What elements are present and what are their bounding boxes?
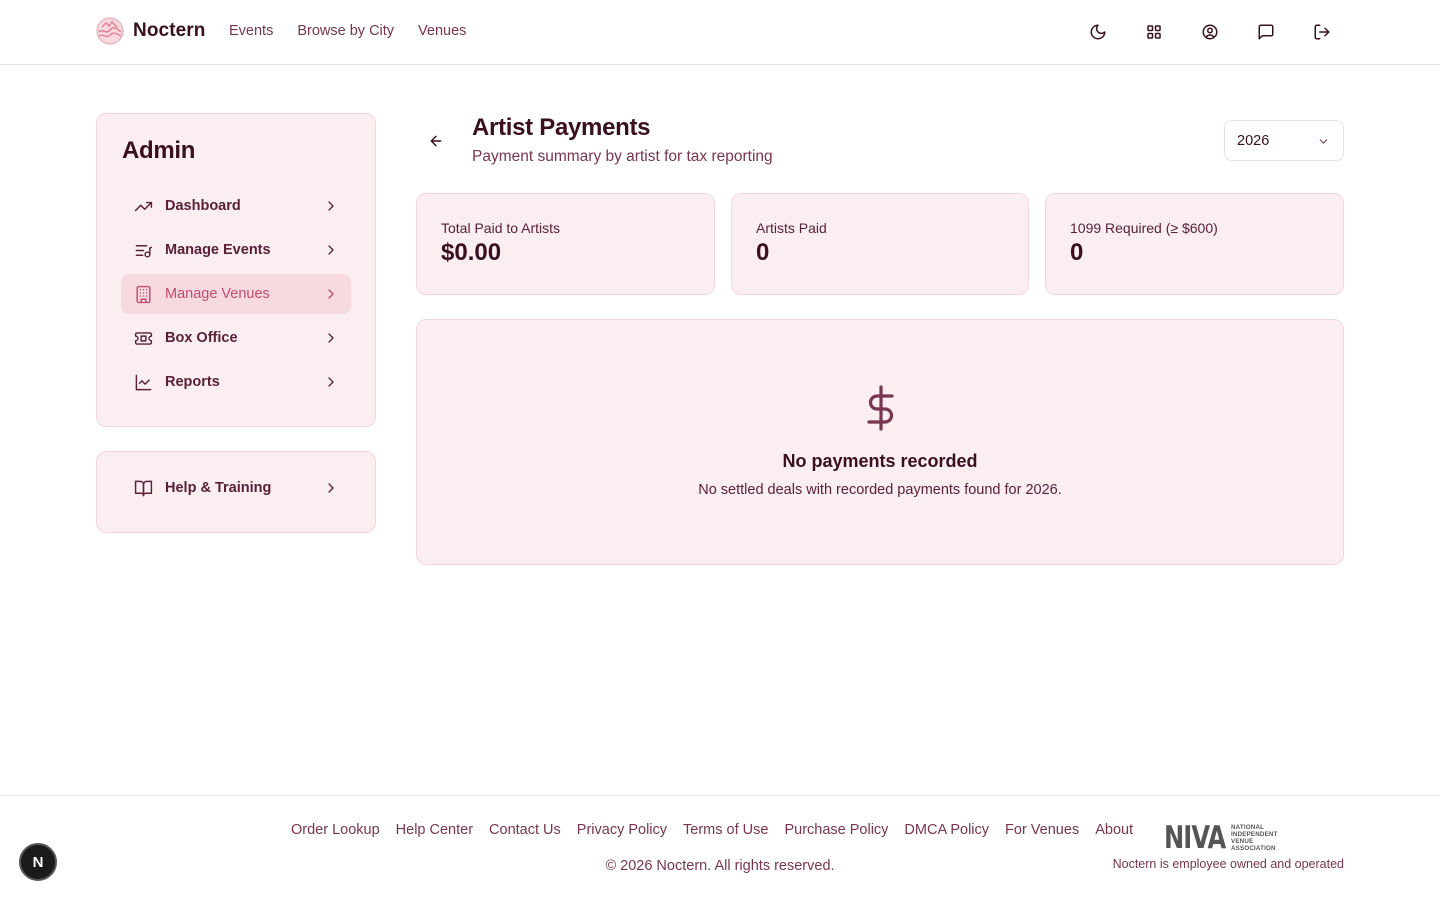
sidebar-item-dashboard[interactable]: Dashboard	[121, 186, 351, 226]
empty-state-message: No settled deals with recorded payments …	[698, 482, 1062, 498]
nav-venues[interactable]: Venues	[418, 23, 466, 39]
nav-browse-by-city[interactable]: Browse by City	[297, 23, 394, 39]
sidebar-menu: Dashboard Manage Events Manage Venues Bo…	[121, 186, 351, 406]
back-button[interactable]	[424, 129, 448, 153]
line-chart-icon	[133, 372, 153, 392]
header-actions	[1086, 20, 1334, 44]
empty-state-title: No payments recorded	[782, 451, 978, 471]
nav-events[interactable]: Events	[229, 23, 273, 39]
sidebar-item-label: Box Office	[165, 330, 238, 346]
account-icon	[1202, 24, 1218, 40]
footer-link-order-lookup[interactable]: Order Lookup	[291, 822, 380, 838]
chevron-right-icon	[323, 374, 339, 390]
niva-logo[interactable]: NIVA NATIONAL INDEPENDENT VENUE ASSOCIAT…	[1164, 820, 1278, 856]
sidebar-item-label: Manage Events	[165, 242, 271, 258]
footer-link-about[interactable]: About	[1095, 822, 1133, 838]
sidebar-item-manage-venues[interactable]: Manage Venues	[121, 274, 351, 314]
sidebar-item-help-training[interactable]: Help & Training	[121, 468, 351, 508]
sidebar-title: Admin	[122, 137, 196, 164]
page-subtitle: Payment summary by artist for tax report…	[472, 148, 773, 165]
chevron-right-icon	[323, 286, 339, 302]
logo-icon	[96, 17, 124, 45]
account-button[interactable]	[1198, 20, 1222, 44]
footer-link-privacy-policy[interactable]: Privacy Policy	[577, 822, 667, 838]
niva-logo-text: NATIONAL INDEPENDENT VENUE ASSOCIATION	[1231, 824, 1278, 852]
trending-up-icon	[133, 196, 153, 216]
chevron-right-icon	[323, 330, 339, 346]
messages-button[interactable]	[1254, 20, 1278, 44]
grid-icon	[1147, 25, 1161, 39]
brand-name: Noctern	[133, 20, 206, 41]
ticket-icon	[133, 328, 153, 348]
footer-link-contact-us[interactable]: Contact Us	[489, 822, 561, 838]
sidebar-item-label: Dashboard	[165, 198, 241, 214]
year-select-value: 2026	[1237, 132, 1270, 149]
footer-links: Order Lookup Help Center Contact Us Priv…	[291, 822, 1133, 838]
chevron-right-icon	[323, 480, 339, 496]
dev-badge-letter: N	[32, 853, 44, 871]
stat-card-1099-required: 1099 Required (≥ $600) 0	[1045, 193, 1344, 295]
stat-value: $0.00	[441, 239, 502, 266]
footer-link-purchase-policy[interactable]: Purchase Policy	[784, 822, 888, 838]
chevron-right-icon	[323, 242, 339, 258]
footer-link-terms-of-use[interactable]: Terms of Use	[683, 822, 768, 838]
building-icon	[133, 284, 153, 304]
theme-toggle-button[interactable]	[1086, 20, 1110, 44]
page-title: Artist Payments	[472, 114, 651, 141]
stat-card-total-paid: Total Paid to Artists $0.00	[416, 193, 715, 295]
sidebar-item-box-office[interactable]: Box Office	[121, 318, 351, 358]
logout-button[interactable]	[1310, 20, 1334, 44]
sidebar-item-manage-events[interactable]: Manage Events	[121, 230, 351, 270]
footer-link-help-center[interactable]: Help Center	[396, 822, 473, 838]
year-select[interactable]: 2026	[1224, 120, 1344, 161]
sidebar-item-label: Manage Venues	[165, 286, 270, 302]
dev-tools-badge[interactable]: N	[19, 843, 57, 881]
sidebar-item-label: Reports	[165, 374, 220, 390]
help-sidebar: Help & Training	[96, 451, 376, 533]
book-icon	[133, 478, 153, 498]
stat-value: 0	[756, 239, 770, 266]
logout-icon	[1314, 24, 1330, 40]
footer-link-dmca-policy[interactable]: DMCA Policy	[904, 822, 989, 838]
apps-button[interactable]	[1142, 20, 1166, 44]
empty-state-card: No payments recorded No settled deals wi…	[416, 319, 1344, 565]
footer: Order Lookup Help Center Contact Us Priv…	[0, 795, 1440, 900]
chevron-right-icon	[323, 198, 339, 214]
niva-logo-mark: NIVA	[1164, 820, 1226, 856]
stat-label: Total Paid to Artists	[441, 220, 561, 236]
arrow-left-icon	[430, 135, 442, 147]
stat-label: 1099 Required (≥ $600)	[1070, 220, 1218, 236]
sidebar-item-label: Help & Training	[165, 480, 272, 496]
list-music-icon	[133, 240, 153, 260]
dollar-sign-icon	[861, 384, 901, 432]
top-navbar: Noctern Events Browse by City Venues	[0, 0, 1440, 65]
message-icon	[1258, 24, 1274, 40]
chevron-down-icon	[1319, 139, 1328, 144]
stat-label: Artists Paid	[756, 220, 827, 236]
sidebar-item-reports[interactable]: Reports	[121, 362, 351, 402]
moon-icon	[1090, 24, 1106, 40]
employee-owned-tagline: Noctern is employee owned and operated	[1112, 857, 1344, 871]
main-nav: Events Browse by City Venues	[229, 23, 466, 39]
admin-sidebar: Admin Dashboard Manage Events Manage Ven…	[96, 113, 376, 427]
footer-link-for-venues[interactable]: For Venues	[1005, 822, 1079, 838]
brand-logo-link[interactable]: Noctern	[96, 17, 206, 45]
stat-card-artists-paid: Artists Paid 0	[731, 193, 1029, 295]
stat-value: 0	[1070, 239, 1084, 266]
